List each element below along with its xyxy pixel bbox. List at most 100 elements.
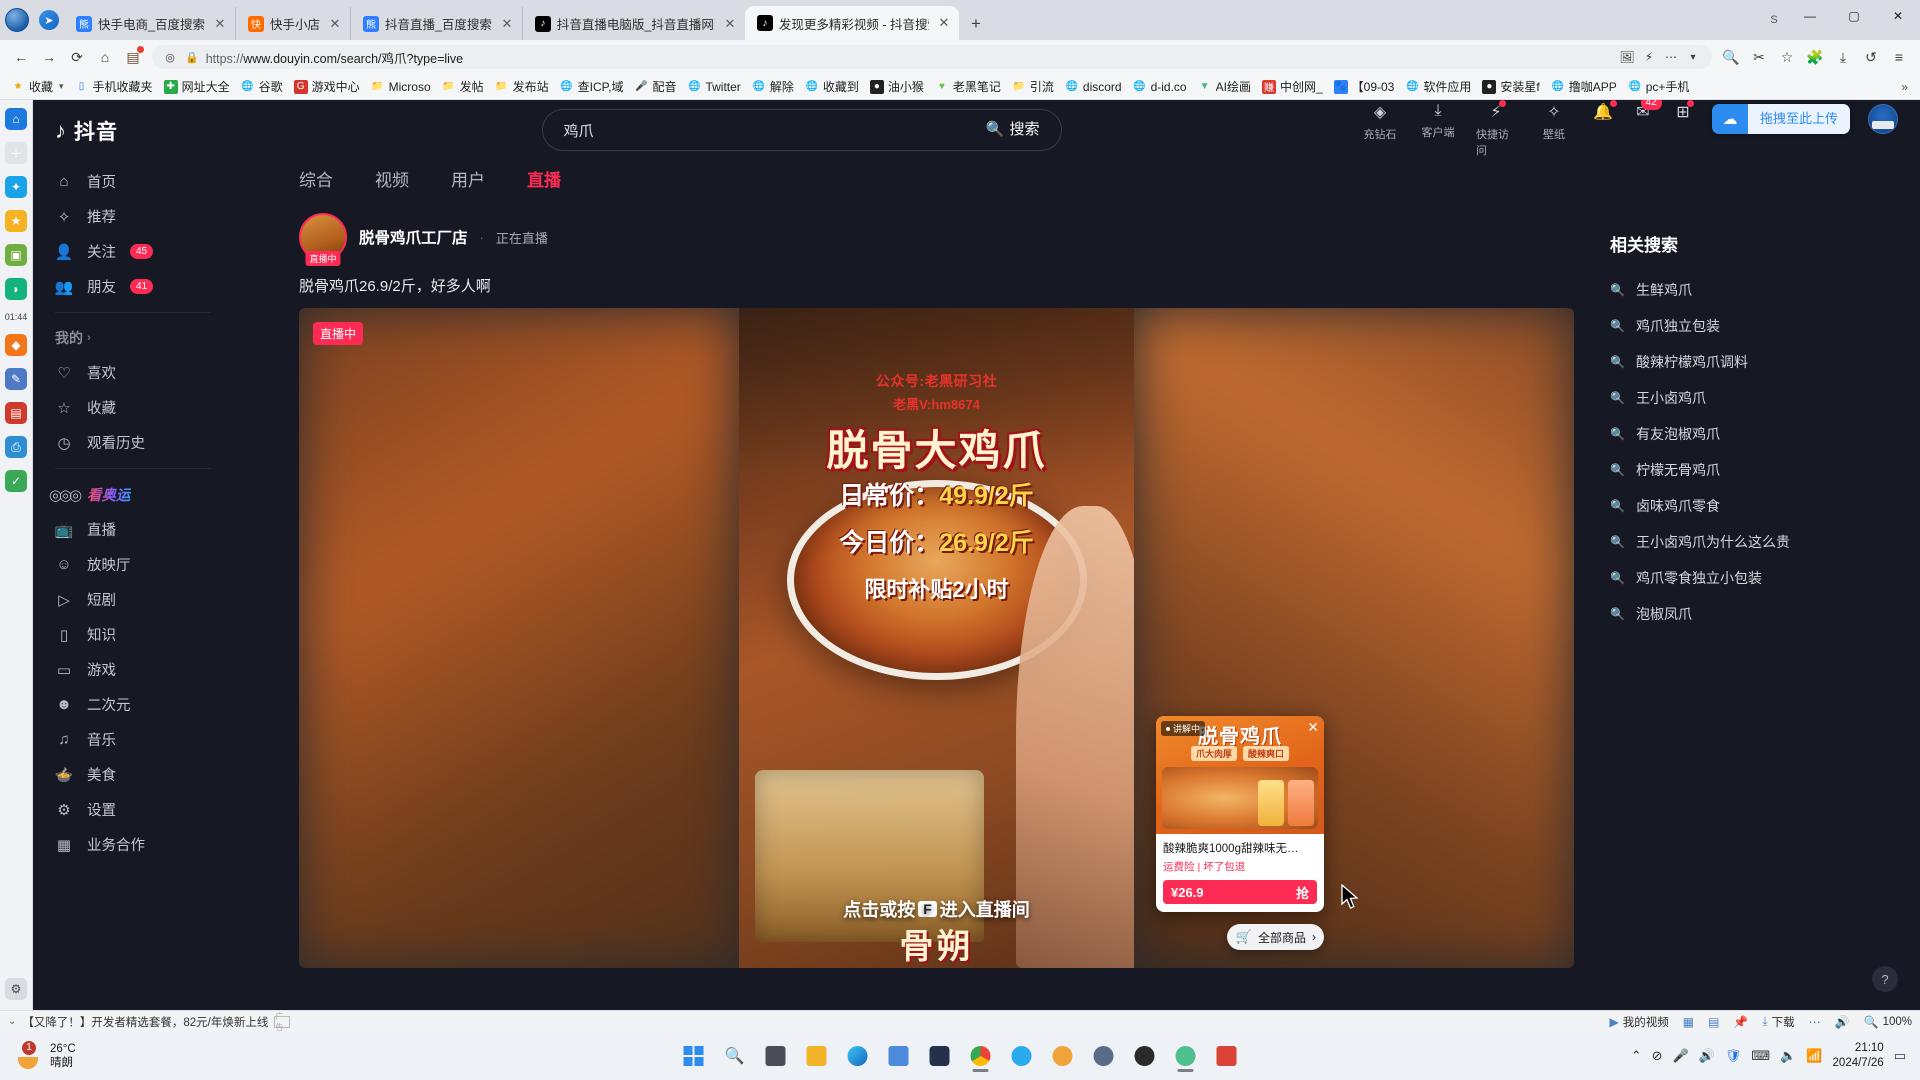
bookmark-item[interactable]: 🌐 Twitter [682, 78, 745, 96]
bookmark-star-icon[interactable]: ☆ [1774, 44, 1800, 70]
sidebar-item-settings[interactable]: ⚙ 设置 [33, 792, 233, 827]
bookmark-item[interactable]: G 游戏中心 [289, 76, 365, 97]
sidebar-item-live[interactable]: 📺 直播 [33, 512, 233, 547]
browser-tab-4-active[interactable]: ♪ 发现更多精彩视频 - 抖音搜索 ✕ [744, 6, 959, 40]
network-icon[interactable]: 📶 [1806, 1048, 1822, 1064]
sidebar-item-knowledge[interactable]: ▯ 知识 [33, 617, 233, 652]
edge-browser[interactable] [840, 1038, 876, 1074]
lightning-icon[interactable]: ⚡ [1640, 48, 1658, 66]
close-icon[interactable]: ✕ [1307, 720, 1319, 734]
plus-icon[interactable]: ＋ [5, 142, 27, 164]
address-bar[interactable]: ◎ 🔒 https://www.douyin.com/search/鸡爪?typ… [152, 45, 1712, 69]
sidebar-item-cinema[interactable]: ☺ 放映厅 [33, 547, 233, 582]
bookmark-item[interactable]: 🌐 discord [1060, 78, 1127, 96]
tool-app-icon[interactable]: ✎ [5, 368, 27, 390]
header-publish[interactable]: ⊞ [1672, 100, 1694, 122]
bookmark-item[interactable]: 🌐 谷歌 [236, 76, 288, 97]
downloads-icon[interactable]: ⤓ [1830, 44, 1856, 70]
sidebar-item-anime[interactable]: ☻ 二次元 [33, 687, 233, 722]
start-button[interactable] [676, 1038, 712, 1074]
chevron-up-icon[interactable]: ⌃ [1631, 1048, 1642, 1064]
related-search-item[interactable]: 🔍 柠檬无骨鸡爪 [1610, 452, 1896, 488]
sidebar-item-friends[interactable]: 👥 朋友 41 [33, 269, 233, 304]
bookmark-item[interactable]: ● 安装星f [1477, 76, 1544, 97]
related-search-item[interactable]: 🔍 卤味鸡爪零食 [1610, 488, 1896, 524]
browser-tab-1[interactable]: 快 快手小店 ✕ [234, 7, 350, 40]
search-button[interactable]: 🔍 [717, 1038, 753, 1074]
related-search-item[interactable]: 🔍 鸡爪独立包装 [1610, 308, 1896, 344]
puzzle-extensions-icon[interactable]: 🧩 [1802, 44, 1828, 70]
capture-app-icon[interactable]: ⎙ [5, 436, 27, 458]
home-icon[interactable]: ⌂ [92, 44, 118, 70]
reload-icon[interactable]: ⟳ [64, 44, 90, 70]
taskbar-clock[interactable]: 21:10 2024/7/26 [1833, 1041, 1884, 1071]
image-search-icon[interactable]: 🖼 [1618, 48, 1636, 66]
search-input[interactable]: 鸡爪 🔍 搜索 [542, 109, 1063, 151]
header-messages[interactable]: ✉ 42 [1632, 100, 1662, 122]
status-grid[interactable]: ▦ [1683, 1015, 1694, 1029]
status-download[interactable]: ⤓ 下载 [1762, 1014, 1794, 1030]
chevron-down-icon[interactable]: ⌄ [8, 1016, 16, 1027]
green-app-icon[interactable]: ✓ [5, 470, 27, 492]
status-volume[interactable]: 🔊 [1835, 1015, 1850, 1029]
sidebar-item-music[interactable]: ♫ 音乐 [33, 722, 233, 757]
file-explorer[interactable] [799, 1038, 835, 1074]
bookmark-item[interactable]: ♥ 老黑笔记 [930, 76, 1006, 97]
extension-icon[interactable]: ▤ [120, 44, 146, 70]
page-info-icon[interactable]: ◎ [162, 49, 178, 65]
related-search-item[interactable]: 🔍 有友泡椒鸡爪 [1610, 416, 1896, 452]
chevron-down-icon[interactable]: ▾ [59, 81, 64, 92]
calculator-app[interactable] [881, 1038, 917, 1074]
header-tool-client[interactable]: ⤓ 客户端 [1418, 102, 1458, 140]
image-app-icon[interactable]: ▣ [5, 244, 27, 266]
forward-icon[interactable]: → [36, 44, 62, 70]
bookmark-item[interactable]: ▼ AI绘画 [1193, 76, 1256, 97]
header-notifications[interactable]: 🔔 [1592, 100, 1617, 122]
chevron-down-icon[interactable]: ▾ [1684, 48, 1702, 66]
media-app[interactable] [1045, 1038, 1081, 1074]
sidebar-item-business[interactable]: ▦ 业务合作 [33, 827, 233, 862]
bookmark-item[interactable]: ● 油小猴 [865, 76, 929, 97]
sidebar-item-collections[interactable]: ☆ 收藏 [33, 390, 233, 425]
avatar[interactable] [1868, 104, 1898, 134]
bookmark-item[interactable]: 🌐 软件应用 [1400, 76, 1476, 97]
tab-video[interactable]: 视频 [375, 166, 409, 201]
close-button[interactable]: ✕ [1876, 0, 1920, 32]
sidebar-item-games[interactable]: ▭ 游戏 [33, 652, 233, 687]
bookmarks-overflow-button[interactable]: » [1895, 80, 1914, 94]
buy-button[interactable]: ¥26.9 抢 [1163, 880, 1317, 904]
shield-icon[interactable]: 🛡 [1725, 1048, 1742, 1064]
sidebar-item-olympics[interactable]: ◎◎◎ 看奥运 [33, 477, 233, 512]
blue-app-icon[interactable]: ✦ [5, 176, 27, 198]
tab-close-icon[interactable]: ✕ [935, 15, 953, 31]
douyin-app[interactable] [1168, 1038, 1204, 1074]
product-card[interactable]: 脱骨鸡爪 爪大肉厚 酸辣爽口 讲解中 ✕ 酸辣脆爽1000g甜辣味无… 运费险 … [1156, 716, 1324, 912]
orange-app-icon[interactable]: ◆ [5, 334, 27, 356]
bookmark-item[interactable]: 🌐 撸咖APP [1546, 76, 1622, 97]
telegram-app[interactable] [1004, 1038, 1040, 1074]
bookmark-item[interactable]: 📁 发帖 [437, 76, 489, 97]
related-search-item[interactable]: 🔍 王小卤鸡爪 [1610, 380, 1896, 416]
bookmark-item[interactable]: 🎤 配音 [629, 76, 681, 97]
bookmark-item[interactable]: 赚中创网_ [1257, 76, 1328, 97]
status-zoom[interactable]: 🔍 100% [1864, 1015, 1912, 1029]
chat-app[interactable] [1086, 1038, 1122, 1074]
related-search-item[interactable]: 🔍 生鲜鸡爪 [1610, 272, 1896, 308]
notification-center-icon[interactable]: ▭ [1894, 1048, 1906, 1064]
live-title[interactable]: 脱骨鸡爪26.9/2斤，好多人啊 [299, 275, 1574, 296]
douyin-logo[interactable]: ♪ 抖音 [33, 110, 233, 164]
sidebar-item-following[interactable]: 👤 关注 45 [33, 234, 233, 269]
doc-app-icon[interactable]: ▤ [5, 402, 27, 424]
keyboard-icon[interactable]: ⌨ [1751, 1048, 1770, 1064]
sidebar-item-history[interactable]: ◷ 观看历史 [33, 425, 233, 460]
bookmark-item[interactable]: 🌐 pc+手机 [1623, 76, 1695, 97]
status-promo[interactable]: ⌄ 【又降了！】开发者精选套餐，82元/年焕新上线 广告 [8, 1012, 291, 1032]
related-search-item[interactable]: 🔍 酸辣柠檬鸡爪调料 [1610, 344, 1896, 380]
all-goods-button[interactable]: 🛒 全部商品 › [1226, 924, 1324, 950]
tab-close-icon[interactable]: ✕ [326, 16, 344, 32]
bookmark-item[interactable]: 📁 Microso [366, 78, 436, 96]
record-app[interactable] [1127, 1038, 1163, 1074]
bookmark-item[interactable]: 🐾 【09-03 [1329, 76, 1400, 97]
bookmark-item[interactable]: ★ 收藏 ▾ [6, 76, 69, 97]
browser-tab-3[interactable]: ♪ 抖音直播电脑版_抖音直播网页 ✕ [521, 7, 745, 40]
